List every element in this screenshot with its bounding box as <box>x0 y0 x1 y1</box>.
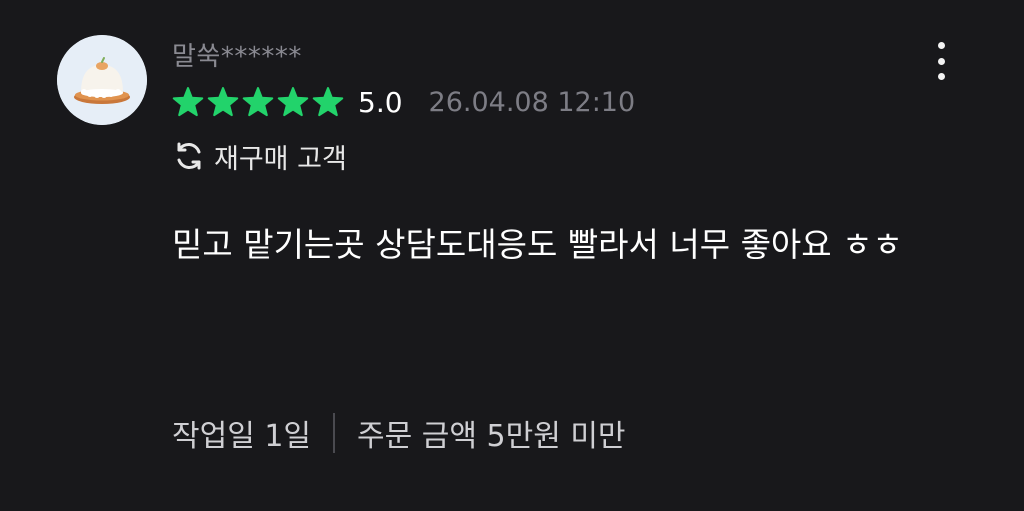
more-vertical-icon-dot <box>937 73 945 80</box>
review-body: 믿고 맡기는곳 상담도대응도 빨라서 너무 좋아요 ㅎㅎ <box>172 225 903 264</box>
more-options-button[interactable] <box>925 38 957 84</box>
review-card: 말쑥****** 5.0 26.04.08 12:10 재구매 고객 믿고 맡기… <box>0 0 1024 511</box>
review-footer: 작업일 1일 주문 금액 5만원 미만 <box>172 410 626 456</box>
repurchase-label: 재구매 고객 <box>214 143 347 175</box>
work-days: 작업일 1일 <box>172 419 312 454</box>
username: 말쑥****** <box>172 42 302 72</box>
rating-score: 5.0 <box>358 85 403 119</box>
cake-avatar-icon <box>57 35 147 125</box>
avatar[interactable] <box>57 35 147 125</box>
repurchase-badge: 재구매 고객 <box>172 138 347 175</box>
more-vertical-icon-dot <box>937 42 945 49</box>
order-amount: 주문 금액 5만원 미만 <box>357 419 626 454</box>
review-date: 26.04.08 12:10 <box>428 86 636 118</box>
refresh-icon <box>177 142 201 170</box>
divider <box>333 413 336 453</box>
star-icon <box>277 87 309 117</box>
star-icon <box>207 87 239 117</box>
star-rating <box>172 86 344 118</box>
star-icon <box>312 87 344 117</box>
star-icon <box>172 87 204 117</box>
rating-row: 5.0 26.04.08 12:10 <box>172 84 635 120</box>
star-icon <box>242 87 274 117</box>
more-vertical-icon-dot <box>937 57 945 65</box>
